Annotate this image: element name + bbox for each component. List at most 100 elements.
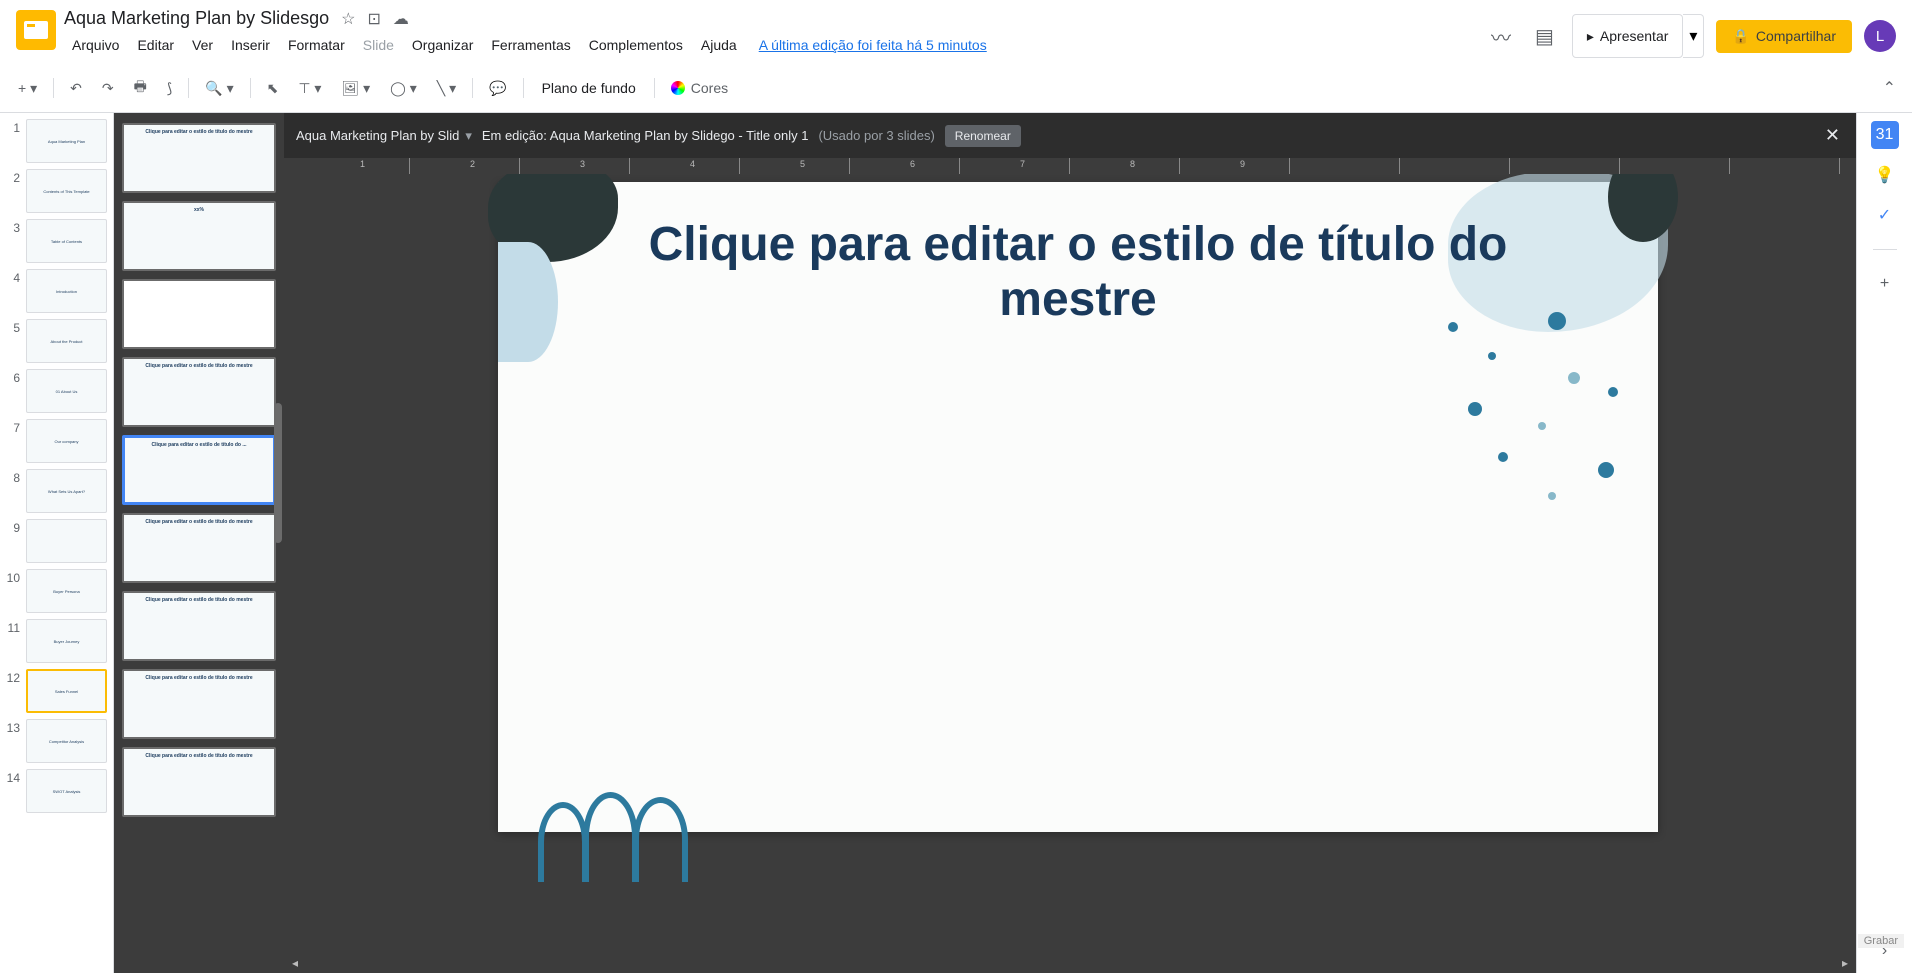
user-avatar[interactable]: L (1864, 20, 1896, 52)
trending-icon[interactable]: 〰 (1485, 16, 1517, 57)
slide-thumb[interactable]: 5About the Product (6, 319, 107, 363)
slide-preview[interactable]: 01 About Us (26, 369, 107, 413)
add-addon-icon[interactable]: + (1871, 270, 1899, 298)
slide-thumb[interactable]: 8What Sets Us Apart? (6, 469, 107, 513)
slide-preview[interactable]: Table of Contents (26, 219, 107, 263)
slide-thumb[interactable]: 7Our company (6, 419, 107, 463)
master-title-placeholder[interactable]: Clique para editar o estilo de título do… (498, 217, 1658, 327)
present-dropdown[interactable]: ▾ (1683, 14, 1704, 58)
slide-preview[interactable]: Our company (26, 419, 107, 463)
slide-number: 1 (6, 119, 20, 163)
layout-thumb[interactable]: Clique para editar o estilo de título do… (122, 357, 276, 427)
layout-thumb[interactable]: xx% (122, 201, 276, 271)
slide-thumb[interactable]: 13Competitor Analysis (6, 719, 107, 763)
menu-ajuda[interactable]: Ajuda (693, 33, 745, 57)
zoom-button[interactable]: 🔍 ▾ (197, 74, 241, 103)
comment-button[interactable]: 💬 (481, 74, 514, 103)
theme-colors-button[interactable]: Cores (663, 74, 736, 102)
undo-button[interactable]: ↶ (62, 74, 90, 103)
image-tool[interactable]: 🖼 ▾ (333, 74, 378, 103)
last-edit-link[interactable]: A última edição foi feita há 5 minutos (759, 37, 987, 53)
close-master-icon[interactable]: ✕ (1821, 121, 1844, 150)
comments-icon[interactable]: ▤ (1529, 18, 1560, 55)
layout-thumb[interactable]: Clique para editar o estilo de título do… (122, 435, 276, 505)
menu-editar[interactable]: Editar (129, 33, 182, 57)
menu-complementos[interactable]: Complementos (581, 33, 691, 57)
keep-icon[interactable]: 💡 (1871, 161, 1899, 189)
ruler-tick: 1 (360, 159, 365, 169)
slide-preview[interactable]: Sales Funnel (26, 669, 107, 713)
side-rail: 31 💡 ✓ + › (1856, 113, 1912, 973)
master-breadcrumb[interactable]: Aqua Marketing Plan by Slid ▾ (296, 128, 472, 144)
share-button[interactable]: 🔒Compartilhar (1716, 20, 1852, 53)
slide-thumb[interactable]: 1Aqua Marketing Plan (6, 119, 107, 163)
slide-thumb[interactable]: 11Buyer Journey (6, 619, 107, 663)
slide-canvas[interactable]: Clique para editar o estilo de título do… (300, 174, 1856, 953)
textbox-tool[interactable]: ⊤ ▾ (290, 74, 329, 103)
slide-thumb[interactable]: 601 About Us (6, 369, 107, 413)
tasks-icon[interactable]: ✓ (1871, 201, 1899, 229)
scroll-left-icon[interactable]: ◂ (292, 956, 298, 970)
doc-title[interactable]: Aqua Marketing Plan by Slidesgo (64, 8, 329, 29)
collapse-toolbar-icon[interactable]: ⌃ (1877, 72, 1902, 104)
slide-preview[interactable]: What Sets Us Apart? (26, 469, 107, 513)
slide-thumb[interactable]: 9 (6, 519, 107, 563)
scroll-right-icon[interactable]: ▸ (1842, 956, 1848, 970)
present-button[interactable]: ▸Apresentar (1572, 14, 1684, 58)
slide-preview[interactable] (26, 519, 107, 563)
menu-arquivo[interactable]: Arquivo (64, 33, 127, 57)
slide-preview[interactable]: Buyer Persona (26, 569, 107, 613)
layout-thumb[interactable]: Clique para editar o estilo de título do… (122, 669, 276, 739)
decoration-dots (1428, 312, 1628, 512)
background-button[interactable]: Plano de fundo (532, 74, 646, 102)
toolbar: + ▾ ↶ ↷ 🖶 ⟆ 🔍 ▾ ⬉ ⊤ ▾ 🖼 ▾ ◯ ▾ ╲ ▾ 💬 Plan… (0, 64, 1912, 113)
slide-panel[interactable]: 1Aqua Marketing Plan 2Contents of This Te… (0, 113, 114, 973)
menu-ver[interactable]: Ver (184, 33, 221, 57)
play-icon: ▸ (1587, 28, 1594, 45)
slide-thumb[interactable]: 14SWOT Analysis (6, 769, 107, 813)
rename-button[interactable]: Renomear (945, 125, 1021, 147)
slide-preview[interactable]: Introduction (26, 269, 107, 313)
slide-preview[interactable]: SWOT Analysis (26, 769, 107, 813)
line-tool[interactable]: ╲ ▾ (429, 74, 464, 103)
scrollbar-thumb[interactable] (274, 403, 282, 543)
redo-button[interactable]: ↷ (94, 74, 122, 103)
new-slide-button[interactable]: + ▾ (10, 74, 45, 103)
shape-tool[interactable]: ◯ ▾ (382, 74, 425, 103)
slide-thumb[interactable]: 4Introduction (6, 269, 107, 313)
slide-preview[interactable]: About the Product (26, 319, 107, 363)
print-button[interactable]: 🖶 (126, 70, 155, 106)
menu-organizar[interactable]: Organizar (404, 33, 481, 57)
cloud-icon[interactable]: ☁ (393, 9, 409, 29)
slide-number: 11 (6, 619, 20, 663)
menu-formatar[interactable]: Formatar (280, 33, 353, 57)
slide-preview[interactable]: Contents of This Template (26, 169, 107, 213)
calendar-icon[interactable]: 31 (1871, 121, 1899, 149)
ruler-tick: 9 (1240, 159, 1245, 169)
slide-thumb[interactable]: 10Buyer Persona (6, 569, 107, 613)
slide-preview[interactable]: Aqua Marketing Plan (26, 119, 107, 163)
slide-thumb[interactable]: 12Sales Funnel (6, 669, 107, 713)
slide-preview[interactable]: Buyer Journey (26, 619, 107, 663)
master-slide[interactable]: Clique para editar o estilo de título do… (498, 182, 1658, 832)
star-icon[interactable]: ☆ (341, 9, 355, 29)
grabar-badge: Grabar (1858, 934, 1904, 948)
menu-inserir[interactable]: Inserir (223, 33, 278, 57)
paint-format-button[interactable]: ⟆ (159, 74, 180, 103)
menu-ferramentas[interactable]: Ferramentas (483, 33, 578, 57)
slide-thumb[interactable]: 2Contents of This Template (6, 169, 107, 213)
canvas-area: Aqua Marketing Plan by Slid ▾ Em edição:… (284, 113, 1856, 973)
layout-thumb[interactable]: Clique para editar o estilo de título do… (122, 513, 276, 583)
slide-number: 8 (6, 469, 20, 513)
layout-thumb[interactable]: Clique para editar o estilo de título do… (122, 747, 276, 817)
slide-number: 12 (6, 669, 20, 713)
slides-logo[interactable] (16, 10, 56, 50)
layout-thumb[interactable] (122, 279, 276, 349)
move-icon[interactable]: ⊡ (368, 9, 381, 29)
slide-preview[interactable]: Competitor Analysis (26, 719, 107, 763)
select-tool[interactable]: ⬉ (259, 74, 287, 103)
slide-thumb[interactable]: 3Table of Contents (6, 219, 107, 263)
layout-thumb[interactable]: Clique para editar o estilo de título do… (122, 591, 276, 661)
layout-panel[interactable]: Clique para editar o estilo de título do… (114, 113, 284, 973)
layout-thumb[interactable]: Clique para editar o estilo de título do… (122, 123, 276, 193)
